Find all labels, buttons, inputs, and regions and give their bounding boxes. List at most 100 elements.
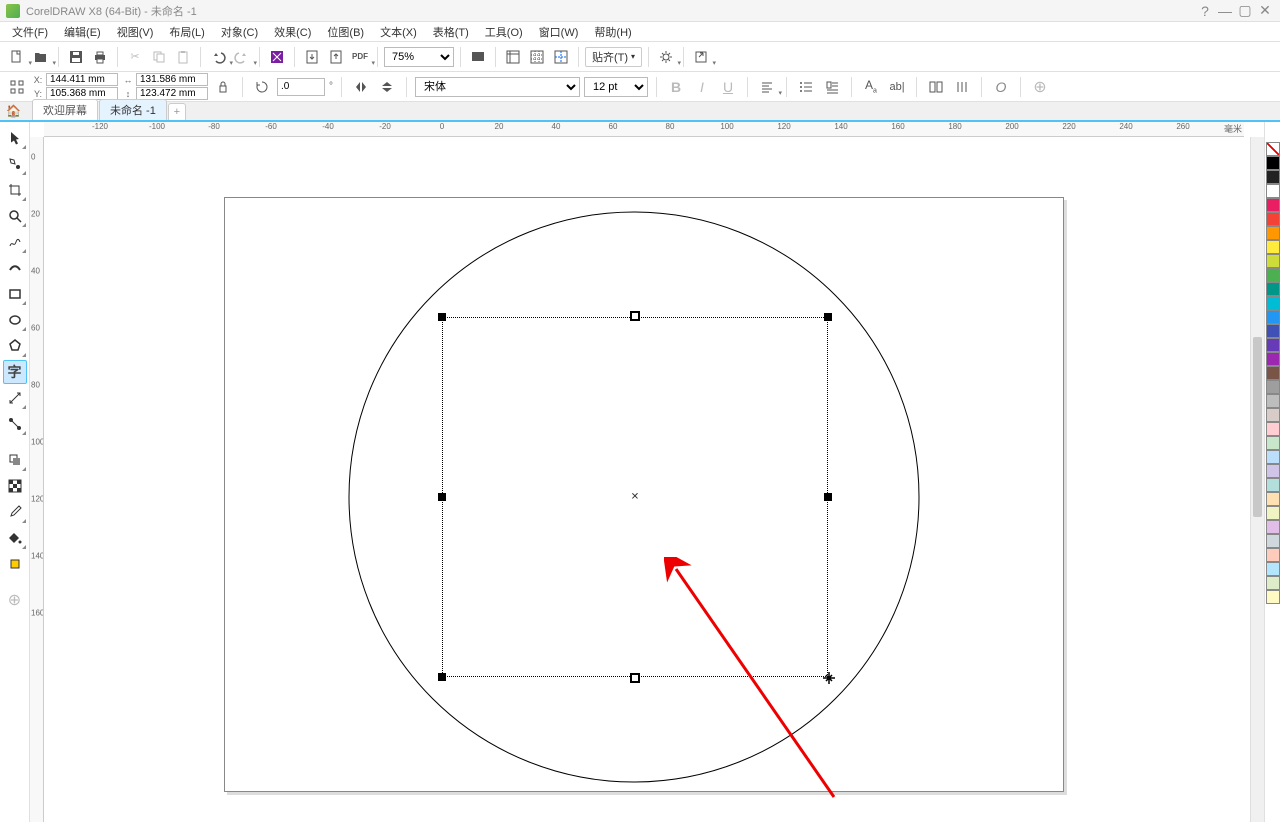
color-swatch[interactable]: [1266, 492, 1280, 506]
menu-tools[interactable]: 工具(O): [477, 22, 531, 42]
color-swatch[interactable]: [1266, 240, 1280, 254]
drawing-canvas[interactable]: ✕: [44, 137, 1244, 822]
menu-edit[interactable]: 编辑(E): [56, 22, 109, 42]
color-swatch[interactable]: [1266, 534, 1280, 548]
color-swatch[interactable]: [1266, 212, 1280, 226]
rotation-angle-input[interactable]: [277, 78, 325, 96]
zoom-tool[interactable]: [3, 204, 27, 228]
color-swatch[interactable]: [1266, 450, 1280, 464]
color-swatch[interactable]: [1266, 590, 1280, 604]
menu-window[interactable]: 窗口(W): [531, 22, 587, 42]
publish-pdf-button[interactable]: PDF: [349, 46, 371, 68]
selection-handle-n[interactable]: [630, 311, 640, 321]
show-guides-button[interactable]: [550, 46, 572, 68]
color-swatch[interactable]: [1266, 520, 1280, 534]
ellipse-tool[interactable]: [3, 308, 27, 332]
text-tool[interactable]: 字: [3, 360, 27, 384]
pick-tool[interactable]: [3, 126, 27, 150]
crop-tool[interactable]: [3, 178, 27, 202]
tab-add[interactable]: +: [168, 103, 186, 120]
transparency-tool[interactable]: [3, 474, 27, 498]
color-swatch[interactable]: [1266, 422, 1280, 436]
menu-text[interactable]: 文本(X): [372, 22, 425, 42]
color-swatch[interactable]: [1266, 394, 1280, 408]
import-button[interactable]: [301, 46, 323, 68]
export-button[interactable]: [325, 46, 347, 68]
scrollbar-thumb[interactable]: [1253, 337, 1262, 517]
text-options-button[interactable]: O: [990, 76, 1012, 98]
rectangle-tool[interactable]: [3, 282, 27, 306]
menu-layout[interactable]: 布局(L): [161, 22, 212, 42]
selection-handle-nw[interactable]: [438, 313, 446, 321]
color-swatch[interactable]: [1266, 198, 1280, 212]
vertical-scrollbar[interactable]: [1250, 137, 1264, 822]
cut-button[interactable]: ✂: [124, 46, 146, 68]
bullet-list-button[interactable]: [795, 76, 817, 98]
font-size-select[interactable]: 12 pt: [584, 77, 648, 97]
color-swatch[interactable]: [1266, 562, 1280, 576]
color-swatch[interactable]: [1266, 156, 1280, 170]
text-frame-object[interactable]: ✕: [442, 317, 828, 677]
menu-object[interactable]: 对象(C): [213, 22, 266, 42]
color-swatch[interactable]: [1266, 296, 1280, 310]
options-button[interactable]: [655, 46, 677, 68]
color-swatch[interactable]: [1266, 254, 1280, 268]
undo-button[interactable]: [207, 46, 229, 68]
selection-handle-sw[interactable]: [438, 673, 446, 681]
no-color-swatch[interactable]: [1266, 142, 1280, 156]
print-button[interactable]: [89, 46, 111, 68]
show-grid-button[interactable]: [526, 46, 548, 68]
mirror-vertical-button[interactable]: [376, 76, 398, 98]
copy-button[interactable]: [148, 46, 170, 68]
interactive-fill-tool[interactable]: [3, 526, 27, 550]
selection-handle-ne[interactable]: [824, 313, 832, 321]
italic-button[interactable]: I: [691, 76, 713, 98]
selection-handle-w[interactable]: [438, 493, 446, 501]
color-swatch[interactable]: [1266, 268, 1280, 282]
font-family-select[interactable]: 宋体: [415, 77, 580, 97]
freehand-tool[interactable]: [3, 230, 27, 254]
text-frame-button[interactable]: [951, 76, 973, 98]
drop-shadow-tool[interactable]: [3, 448, 27, 472]
width-input[interactable]: [136, 73, 208, 86]
selection-handle-se[interactable]: [821, 670, 837, 686]
color-swatch[interactable]: [1266, 338, 1280, 352]
mirror-horizontal-button[interactable]: [350, 76, 372, 98]
selection-handle-e[interactable]: [824, 493, 832, 501]
color-swatch[interactable]: [1266, 352, 1280, 366]
color-swatch[interactable]: [1266, 506, 1280, 520]
color-swatch[interactable]: [1266, 408, 1280, 422]
color-swatch[interactable]: [1266, 170, 1280, 184]
smart-fill-tool[interactable]: [3, 552, 27, 576]
minimize-button[interactable]: —: [1216, 4, 1234, 18]
color-swatch[interactable]: [1266, 380, 1280, 394]
open-button[interactable]: [30, 46, 52, 68]
bold-button[interactable]: B: [665, 76, 687, 98]
char-format-button[interactable]: Aa: [860, 76, 882, 98]
color-swatch[interactable]: [1266, 576, 1280, 590]
color-swatch[interactable]: [1266, 282, 1280, 296]
quick-customize-button[interactable]: ⊕: [3, 588, 27, 612]
color-swatch[interactable]: [1266, 548, 1280, 562]
menu-effects[interactable]: 效果(C): [266, 22, 319, 42]
show-rulers-button[interactable]: [502, 46, 524, 68]
add-button[interactable]: ⊕: [1029, 76, 1051, 98]
parallel-dimension-tool[interactable]: [3, 386, 27, 410]
color-swatch[interactable]: [1266, 464, 1280, 478]
color-swatch[interactable]: [1266, 478, 1280, 492]
selection-center-icon[interactable]: ✕: [631, 492, 639, 503]
home-icon[interactable]: 🏠: [6, 104, 21, 118]
menu-file[interactable]: 文件(F): [4, 22, 56, 42]
close-button[interactable]: ✕: [1256, 4, 1274, 18]
color-swatch[interactable]: [1266, 184, 1280, 198]
search-content-button[interactable]: [266, 46, 288, 68]
units-icon[interactable]: [6, 76, 28, 98]
shape-tool[interactable]: [3, 152, 27, 176]
edit-text-button[interactable]: ab|: [886, 76, 908, 98]
color-swatch[interactable]: [1266, 324, 1280, 338]
snap-to-button[interactable]: 贴齐(T)▾: [585, 47, 642, 67]
color-swatch[interactable]: [1266, 310, 1280, 324]
x-position-input[interactable]: [46, 73, 118, 86]
zoom-level-select[interactable]: 75%: [384, 47, 454, 67]
polygon-tool[interactable]: [3, 334, 27, 358]
